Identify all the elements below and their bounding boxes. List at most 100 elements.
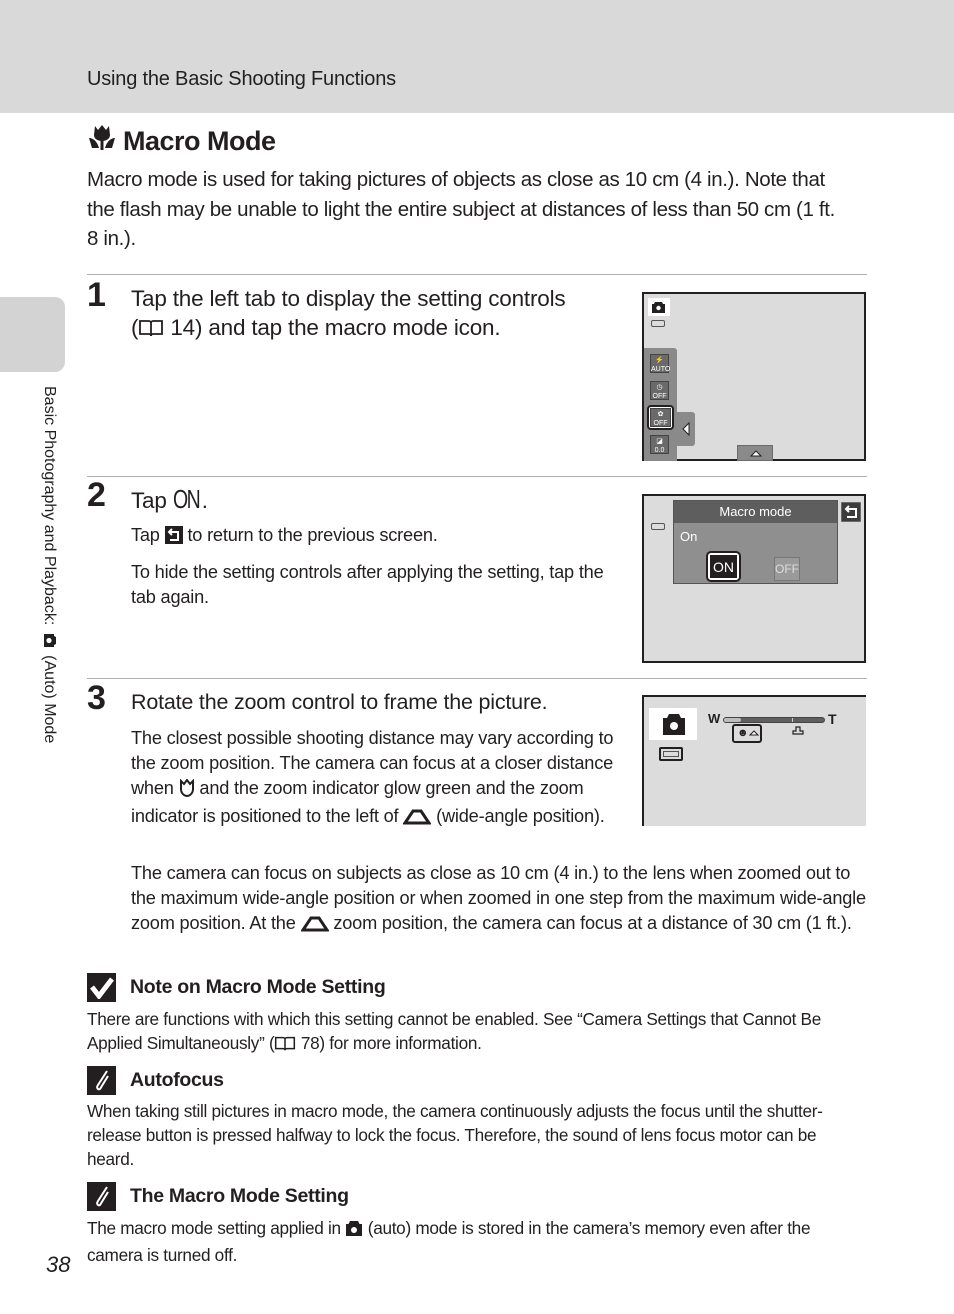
camera-screen-macro-menu: Macro mode On ON OFF	[642, 494, 866, 663]
battery-icon	[651, 320, 665, 327]
note-title: Autofocus	[130, 1069, 224, 1091]
pencil-icon	[87, 1066, 116, 1095]
wide-angle-icon	[299, 914, 330, 939]
return-icon	[164, 526, 183, 551]
step-title-line: ( 14) and tap the macro mode icon.	[131, 313, 565, 345]
control-label: 0.0	[654, 447, 665, 454]
text: zoom position, the camera can focus at a…	[333, 913, 852, 933]
control-label: AUTO	[651, 366, 671, 373]
macro-mode-button[interactable]: ✿ OFF	[650, 408, 671, 427]
step-number: 1	[87, 276, 106, 314]
return-button[interactable]	[840, 501, 862, 523]
step-number: 3	[87, 679, 106, 717]
intro-paragraph: Macro mode is used for taking pictures o…	[87, 168, 835, 250]
camera-icon	[38, 633, 57, 648]
mode-indicator	[648, 298, 670, 316]
step-title: Tap the left tab to display the setting …	[131, 284, 566, 345]
note-title: Note on Macro Mode Setting	[130, 976, 386, 998]
note-body: When taking still pictures in macro mode…	[87, 1101, 823, 1169]
exposure-comp-icon: ◪	[656, 438, 663, 445]
step-paragraph: To hide the setting controls after apply…	[131, 562, 604, 607]
zoom-indicator-fill	[724, 718, 741, 722]
divider	[87, 678, 867, 679]
chapter-label: Basic Photography and Playback: (Auto) M…	[38, 386, 58, 743]
text: Tap	[131, 525, 160, 545]
controls-tab[interactable]	[677, 412, 695, 446]
step-paragraph: Tap to return to the previous screen.	[131, 523, 621, 551]
macro-zoom-indicator: ☻	[732, 724, 762, 743]
camera-icon	[345, 1219, 363, 1243]
chapter-label-prefix: Basic Photography and Playback:	[41, 386, 58, 626]
wide-angle-icon	[749, 730, 759, 736]
step-body: Tap to return to the previous screen. To…	[131, 523, 621, 619]
self-timer-button[interactable]: ◷ OFF	[650, 381, 669, 400]
page-title-text: Macro Mode	[123, 126, 276, 156]
period: .	[201, 488, 208, 513]
step-title: Rotate the zoom control to frame the pic…	[131, 690, 548, 714]
text: 78) for more information.	[300, 1033, 482, 1053]
note-title: The Macro Mode Setting	[130, 1185, 349, 1207]
step-number: 2	[87, 476, 106, 514]
return-icon	[840, 501, 862, 523]
text: (wide-angle position).	[436, 806, 605, 826]
zoom-indicator-bar	[723, 717, 825, 723]
chevron-left-icon	[682, 422, 690, 436]
chapter-tab	[0, 297, 65, 372]
text: to return to the previous screen.	[187, 525, 438, 545]
battery-icon	[659, 747, 683, 761]
chevron-up-icon	[750, 450, 762, 457]
pencil-icon	[87, 1182, 116, 1211]
step-paragraph: The camera can focus on subjects as clos…	[131, 861, 871, 939]
on-glyph: ON	[172, 484, 201, 514]
option-on-button[interactable]: ON	[709, 554, 738, 579]
macro-mode-menu: Macro mode On ON OFF	[673, 500, 838, 584]
note-body: There are functions with which this sett…	[87, 1007, 867, 1058]
zoom-wide-label: W	[708, 711, 721, 726]
note-heading: Autofocus	[87, 1066, 224, 1095]
macro-face-icon: ☻	[737, 727, 749, 739]
chapter-label-suffix: (Auto) Mode	[41, 655, 58, 744]
camera-screen-zoom: W T ☻	[642, 695, 866, 826]
zoom-tele-label: T	[828, 711, 837, 727]
wide-angle-icon	[402, 807, 433, 832]
control-label: OFF	[653, 420, 668, 427]
book-icon	[138, 316, 164, 345]
bottom-tab[interactable]	[737, 445, 773, 461]
note-heading: The Macro Mode Setting	[87, 1182, 349, 1211]
page-number: 38	[46, 1252, 71, 1277]
self-timer-icon: ◷	[656, 384, 663, 391]
macro-tulip-icon	[87, 124, 117, 159]
option-off-button[interactable]: OFF	[774, 557, 800, 581]
paren: (	[131, 315, 139, 340]
step-body: The camera can focus on subjects as clos…	[131, 861, 871, 948]
flash-icon: ⚡	[655, 357, 664, 364]
flash-mode-button[interactable]: ⚡ AUTO	[650, 354, 671, 373]
text: The macro mode setting applied in	[87, 1218, 341, 1238]
zoom-step-tick	[792, 718, 793, 722]
macro-icon: ✿	[657, 411, 664, 418]
step-title-ref: 14) and tap the macro mode icon.	[170, 315, 501, 340]
macro-face-icon	[179, 778, 195, 804]
divider	[87, 476, 867, 477]
note-body: The macro mode setting applied in (auto)…	[87, 1216, 867, 1267]
exposure-comp-button[interactable]: ◪ 0.0	[650, 435, 669, 454]
current-value: On	[680, 529, 698, 544]
step-body: The closest possible shooting distance m…	[131, 726, 621, 841]
menu-title: Macro mode	[674, 501, 837, 523]
step-title-text: Tap	[131, 488, 167, 513]
camera-icon	[652, 302, 665, 313]
book-icon	[274, 1034, 296, 1058]
step-title-line: Tap the left tab to display the setting …	[131, 286, 566, 311]
step-paragraph: The closest possible shooting distance m…	[131, 726, 621, 832]
note-heading: Note on Macro Mode Setting	[87, 973, 386, 1002]
camera-icon	[663, 714, 685, 735]
page-header: Using the Basic Shooting Functions	[0, 0, 954, 113]
divider	[87, 274, 867, 275]
step-title: Tap ON.	[131, 485, 208, 515]
mode-indicator	[649, 708, 697, 740]
page-title: Macro Mode	[87, 124, 276, 159]
wide-angle-marker-icon	[792, 726, 804, 735]
section-title: Using the Basic Shooting Functions	[87, 68, 396, 90]
checkmark-icon	[87, 973, 116, 1002]
camera-screen-setting-controls: ⚡ AUTO ◷ OFF ✿ OFF ◪ 0.0	[642, 292, 866, 461]
